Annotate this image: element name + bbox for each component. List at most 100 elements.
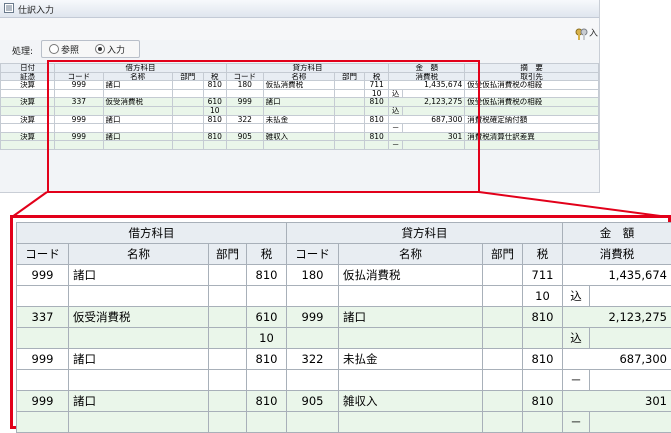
zoom-credit-code[interactable]: 180 [287, 265, 339, 286]
zoom-credit-dept-sub[interactable] [483, 328, 523, 349]
zoom-tax-mark[interactable]: － [563, 412, 590, 433]
zoom-credit-code-sub[interactable] [287, 286, 339, 307]
zoom-credit-name[interactable]: 未払金 [339, 349, 483, 370]
zoom-debit-dept[interactable] [209, 265, 247, 286]
zoom-credit-dept-sub[interactable] [483, 370, 523, 391]
zoom-table-row[interactable]: 999諸口810322未払金810687,300 [17, 349, 671, 370]
zoom-tax-mark[interactable]: － [563, 370, 590, 391]
zoom-credit-dept[interactable] [483, 349, 523, 370]
zoom-debit-dept-sub[interactable] [209, 328, 247, 349]
zoom-debit-dept[interactable] [209, 391, 247, 412]
zoom-debit-tax-sub[interactable] [247, 412, 287, 433]
zoom-debit-code-sub[interactable] [17, 286, 69, 307]
zoom-credit-code-sub[interactable] [287, 370, 339, 391]
zoom-credit-code-sub[interactable] [287, 412, 339, 433]
zoom-debit-dept-sub[interactable] [209, 412, 247, 433]
zoom-credit-dept[interactable] [483, 391, 523, 412]
zoom-tax-amount-sub[interactable] [590, 328, 671, 349]
zoom-debit-name-sub[interactable] [69, 286, 209, 307]
zoom-credit-tax[interactable]: 810 [523, 349, 563, 370]
partner[interactable] [465, 106, 599, 115]
zoom-table-subrow[interactable]: 10込 [17, 286, 671, 307]
zoom-debit-code[interactable]: 999 [17, 265, 69, 286]
zoom-tax-mark[interactable]: 込 [563, 286, 590, 307]
zoom-header-dr-code: コード [17, 244, 69, 265]
zoom-credit-tax-sub[interactable] [523, 370, 563, 391]
input-tool-button[interactable]: 入 [575, 26, 598, 40]
zoom-credit-tax[interactable]: 810 [523, 307, 563, 328]
zoom-credit-dept[interactable] [483, 265, 523, 286]
zoom-credit-code[interactable]: 999 [287, 307, 339, 328]
memo[interactable]: 仮受仮払消費税の相殺 [465, 81, 599, 90]
zoom-debit-tax-sub[interactable]: 10 [247, 328, 287, 349]
partner[interactable] [465, 141, 599, 150]
zoom-header-row: 借方科目 貸方科目 金 額 [17, 223, 671, 244]
zoom-debit-tax-sub[interactable] [247, 370, 287, 391]
zoom-credit-code[interactable]: 905 [287, 391, 339, 412]
partner[interactable] [465, 124, 599, 133]
partner[interactable] [465, 89, 599, 98]
zoom-debit-code[interactable]: 337 [17, 307, 69, 328]
zoom-amount[interactable]: 301 [563, 391, 671, 412]
zoom-amount[interactable]: 2,123,275 [563, 307, 671, 328]
zoom-debit-name-sub[interactable] [69, 328, 209, 349]
zoom-credit-tax[interactable]: 810 [523, 391, 563, 412]
zoom-debit-name[interactable]: 諸口 [69, 265, 209, 286]
zoom-debit-dept-sub[interactable] [209, 370, 247, 391]
zoom-debit-name[interactable]: 諸口 [69, 349, 209, 370]
zoom-debit-tax[interactable]: 810 [247, 349, 287, 370]
zoom-debit-code-sub[interactable] [17, 328, 69, 349]
zoom-tax-amount-sub[interactable] [590, 412, 671, 433]
toolbar [0, 18, 599, 40]
zoom-table-row[interactable]: 999諸口810905雑収入810301 [17, 391, 671, 412]
radio-input[interactable] [95, 44, 105, 54]
zoom-debit-dept-sub[interactable] [209, 286, 247, 307]
memo[interactable]: 消費税清算仕訳差異 [465, 132, 599, 141]
zoom-amount[interactable]: 1,435,674 [563, 265, 671, 286]
zoom-credit-tax-sub[interactable]: 10 [523, 286, 563, 307]
zoom-tax-mark[interactable]: 込 [563, 328, 590, 349]
zoom-debit-dept[interactable] [209, 349, 247, 370]
zoom-debit-name-sub[interactable] [69, 412, 209, 433]
zoom-table-subrow[interactable]: － [17, 370, 671, 391]
zoom-debit-code[interactable]: 999 [17, 391, 69, 412]
radio-reference[interactable] [49, 44, 59, 54]
memo[interactable]: 仮受仮払消費税の相殺 [465, 98, 599, 107]
zoom-credit-name-sub[interactable] [339, 328, 483, 349]
zoom-amount[interactable]: 687,300 [563, 349, 671, 370]
zoom-debit-code-sub[interactable] [17, 370, 69, 391]
zoom-credit-tax-sub[interactable] [523, 412, 563, 433]
zoom-tax-amount-sub[interactable] [590, 286, 671, 307]
zoom-credit-name[interactable]: 雑収入 [339, 391, 483, 412]
zoom-table-row[interactable]: 337仮受消費税 610999諸口 8102,123,275 [17, 307, 671, 328]
zoom-table-subrow[interactable]: 10 込 [17, 328, 671, 349]
zoom-credit-dept-sub[interactable] [483, 286, 523, 307]
zoom-credit-name-sub[interactable] [339, 370, 483, 391]
zoom-debit-dept[interactable] [209, 307, 247, 328]
zoom-table-subrow[interactable]: － [17, 412, 671, 433]
zoom-credit-dept-sub[interactable] [483, 412, 523, 433]
zoom-debit-tax[interactable]: 810 [247, 391, 287, 412]
zoom-debit-name[interactable]: 仮受消費税 [69, 307, 209, 328]
zoom-credit-name[interactable]: 諸口 [339, 307, 483, 328]
zoom-credit-name[interactable]: 仮払消費税 [339, 265, 483, 286]
zoom-debit-name[interactable]: 諸口 [69, 391, 209, 412]
zoom-credit-name-sub[interactable] [339, 412, 483, 433]
zoom-debit-tax[interactable]: 610 [247, 307, 287, 328]
zoom-credit-tax-sub[interactable] [523, 328, 563, 349]
zoom-tax-amount-sub[interactable] [590, 370, 671, 391]
zoom-debit-tax-sub[interactable] [247, 286, 287, 307]
zoom-debit-code-sub[interactable] [17, 412, 69, 433]
zoom-credit-code-sub[interactable] [287, 328, 339, 349]
zoom-debit-name-sub[interactable] [69, 370, 209, 391]
zoom-debit-code[interactable]: 999 [17, 349, 69, 370]
zoom-journal-table: 借方科目 貸方科目 金 額 コード 名称 部門 税 コード 名称 部門 税 消費… [16, 222, 671, 433]
zoom-table-row[interactable]: 999諸口 810180仮払消費税 7111,435,674 [17, 265, 671, 286]
memo[interactable]: 消費税確定納付額 [465, 115, 599, 124]
zoom-credit-name-sub[interactable] [339, 286, 483, 307]
zoom-debit-tax[interactable]: 810 [247, 265, 287, 286]
zoom-credit-tax[interactable]: 711 [523, 265, 563, 286]
zoom-credit-dept[interactable] [483, 307, 523, 328]
highlight-frame [47, 60, 480, 193]
zoom-credit-code[interactable]: 322 [287, 349, 339, 370]
